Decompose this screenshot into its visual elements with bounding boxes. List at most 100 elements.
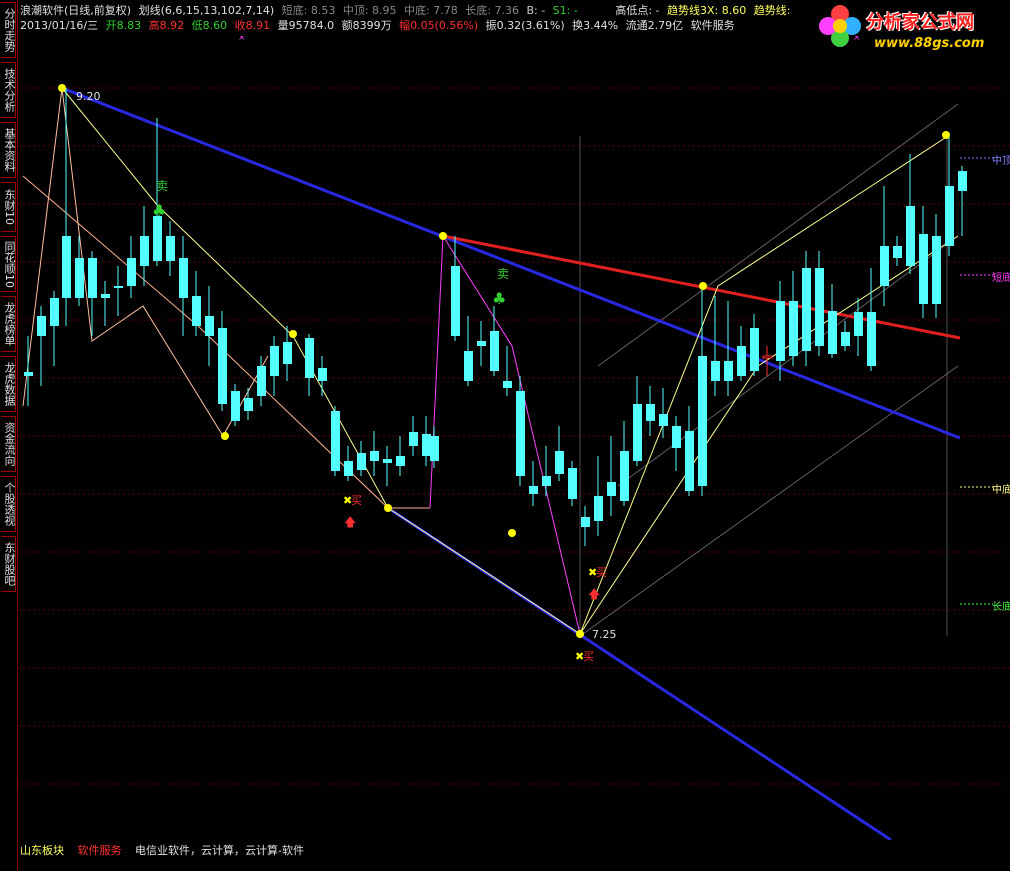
- mid-top-value: 中顶: 8.95: [342, 4, 397, 17]
- float-cap: 流通2.79亿: [625, 19, 684, 32]
- candle-body: [305, 338, 314, 378]
- mid-low-label: 中底: [992, 485, 1010, 496]
- stock-title: 浪潮软件(日线,前复权): [20, 4, 132, 17]
- candle-body: [906, 206, 915, 266]
- candle-body: [724, 361, 733, 381]
- pivot-marker: [942, 131, 950, 139]
- candle-body: [344, 461, 353, 476]
- sector: 软件服务: [690, 19, 735, 32]
- candle-body: [409, 432, 418, 446]
- candle-body: [958, 171, 967, 191]
- channel-lines: [579, 103, 959, 637]
- pivot-marker: [289, 330, 297, 338]
- candle-body: [828, 311, 837, 354]
- pivot-marker: [221, 432, 229, 440]
- candle-body: [166, 236, 175, 261]
- mid-low-value: 中底: 7.78: [404, 4, 458, 17]
- candle-body: [815, 268, 824, 346]
- candle-body: [24, 372, 33, 376]
- pivot-marker: [439, 232, 447, 240]
- logo-title: 分析家公式网: [866, 12, 974, 33]
- b-value: B: -: [526, 4, 546, 17]
- candle-body: [542, 476, 551, 486]
- volume: 量95784.0: [277, 19, 335, 32]
- cross-marker-icon: ×: [853, 36, 861, 43]
- candle-body: [257, 366, 266, 396]
- candle-body: [451, 266, 460, 336]
- cross-marker-icon: ×: [238, 36, 246, 43]
- candle-body: [422, 434, 431, 456]
- high-price: 高8.92: [148, 19, 185, 32]
- candle-body: [383, 459, 392, 463]
- candle-body: [685, 431, 694, 491]
- candle-body: [581, 517, 590, 527]
- footer-info: 山东板块 软件服务 电信业软件，云计算，云计算-软件: [20, 842, 314, 858]
- candle-body: [37, 316, 46, 336]
- candle-body: [490, 331, 499, 371]
- tab-eastmoney-forum[interactable]: 东财股吧: [1, 536, 16, 592]
- candle-body: [50, 298, 59, 326]
- candle-body: [711, 361, 720, 381]
- candle-body: [633, 404, 642, 461]
- buy-arrow-icon: 🡅: [588, 587, 600, 601]
- buy-signal-label: 买: [583, 650, 594, 663]
- pivot-low-marker: [576, 630, 584, 638]
- buy-signal-label: 买: [351, 494, 362, 507]
- candlesticks: [24, 88, 967, 546]
- amount: 额8399万: [341, 19, 392, 32]
- region-label[interactable]: 山东板块: [20, 844, 64, 857]
- tab-capital-flow[interactable]: 资金流向: [1, 416, 16, 472]
- pivot-marker: [699, 282, 707, 290]
- candle-body: [607, 482, 616, 496]
- buy-arrow-icon: 🡅: [344, 515, 356, 529]
- tab-intraday[interactable]: 分时走势: [1, 2, 16, 58]
- low-price-label: 7.25: [592, 628, 617, 641]
- industry-label[interactable]: 软件服务: [78, 844, 122, 857]
- candle-body: [101, 294, 110, 298]
- pivot-high-marker: [58, 84, 66, 92]
- tab-dragon-tiger-list[interactable]: 龙虎榜单: [1, 296, 16, 352]
- short-low-label: 短底: [992, 273, 1010, 284]
- pivot-markers: [58, 84, 950, 638]
- candle-body: [192, 296, 201, 326]
- candle-body: [762, 355, 773, 359]
- sell-signal-label: 卖: [497, 267, 509, 281]
- candle-body: [370, 451, 379, 461]
- candle-body: [464, 351, 473, 381]
- candle-body: [737, 346, 746, 376]
- candle-body: [283, 342, 292, 364]
- tab-ths10[interactable]: 同花顺10: [1, 236, 16, 292]
- candle-body: [594, 496, 603, 521]
- candle-body: [140, 236, 149, 266]
- tab-dragon-tiger-data[interactable]: 龙虎数据: [1, 356, 16, 412]
- candle-body: [854, 312, 863, 336]
- candle-body: [919, 234, 928, 304]
- tab-eastmoney10[interactable]: 东财10: [1, 182, 16, 232]
- candle-body: [477, 341, 486, 346]
- bar-date: 2013/01/16/三: [20, 19, 99, 32]
- hilo-value: 高低点: -: [615, 4, 660, 17]
- candle-body: [620, 451, 629, 501]
- header-row-2: 2013/01/16/三 开8.83 高8.92 低8.60 收8.91 量95…: [20, 17, 739, 33]
- tab-stock-insight[interactable]: 个股透视: [1, 476, 16, 532]
- s1-value: S1: -: [552, 4, 578, 17]
- candle-body: [555, 451, 564, 474]
- candle-body: [893, 246, 902, 258]
- long-low-value: 长底: 7.36: [465, 4, 519, 17]
- candle-body: [841, 332, 850, 346]
- candle-body: [396, 456, 405, 466]
- candle-body: [646, 404, 655, 421]
- candle-body: [516, 391, 525, 476]
- candle-body: [62, 236, 71, 298]
- candle-body: [153, 216, 162, 261]
- header-row-1: 浪潮软件(日线,前复权) 划线(6,6,15,13,102,7,14) 短底: …: [20, 2, 794, 18]
- candle-body: [867, 312, 876, 366]
- candle-body: [205, 316, 214, 336]
- kline-chart[interactable]: 9.20 7.25 卖 ♣ 卖 ♣ ✖ 买 🡅 ✖ 买 🡅 ✖ 买 × ×: [18, 36, 1010, 840]
- tab-technical[interactable]: 技术分析: [1, 62, 16, 118]
- concept-label[interactable]: 电信业软件，云计算，云计算-软件: [135, 844, 304, 857]
- pivot-marker: [508, 529, 516, 537]
- open-price: 开8.83: [105, 19, 142, 32]
- long-low-label: 长底: [992, 602, 1010, 613]
- tab-fundamentals[interactable]: 基本资料: [1, 122, 16, 178]
